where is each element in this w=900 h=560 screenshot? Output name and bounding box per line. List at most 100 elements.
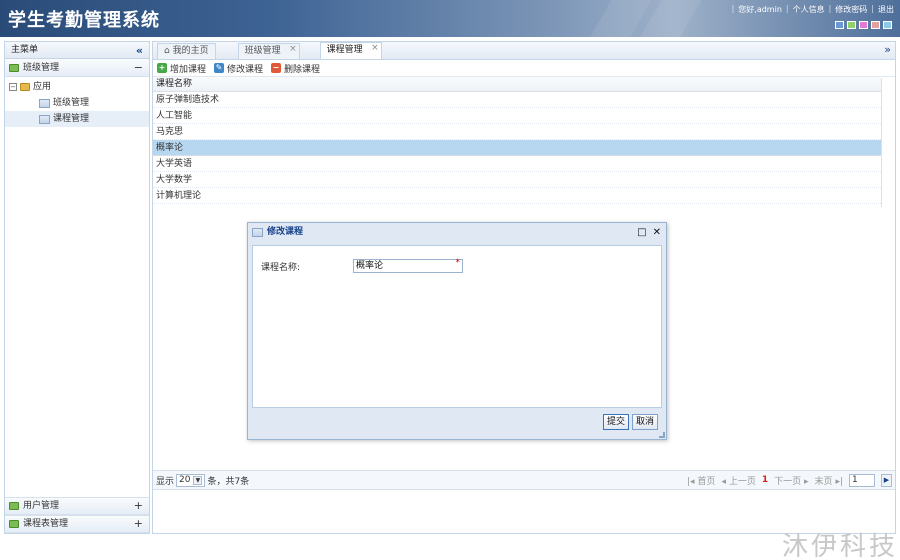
delete-course-button[interactable]: − 删除课程 (271, 62, 320, 75)
sidebar-group-schedule-management[interactable]: 课程表管理 + (5, 515, 149, 533)
greeting-text: 您好,admin (738, 5, 782, 14)
go-page-icon[interactable]: ▶ (881, 473, 892, 487)
table-row[interactable]: 人工智能 (153, 108, 881, 124)
course-name-label: 课程名称: (261, 262, 301, 273)
top-links: | 您好,admin | 个人信息 | 修改密码 | 退出 (731, 4, 894, 15)
cancel-button[interactable]: 取消 (631, 414, 658, 430)
table-icon (39, 114, 50, 124)
collapse-icon[interactable]: − (134, 59, 143, 77)
table-row[interactable]: 计算机理论 (153, 188, 881, 204)
sidebar-title-text: 主菜单 (11, 45, 39, 55)
theme-swatch[interactable] (859, 21, 868, 29)
table-row-selected[interactable]: 概率论 (153, 140, 881, 156)
dialog-footer: 提交 取消 (252, 409, 662, 435)
tab-bar: ⌂ 我的主页 班级管理 × 课程管理 × » (153, 42, 895, 60)
course-name-input[interactable]: 概率论 * (353, 258, 463, 273)
tab-home[interactable]: ⌂ 我的主页 (157, 43, 216, 59)
table-row[interactable]: 大学数学 (153, 172, 881, 188)
close-icon[interactable]: × (289, 42, 297, 57)
expand-icon[interactable]: + (134, 497, 143, 515)
pagination-bar: 显示 20 ▼ 条，共7条 |◂ 首页 ◂ 上一页 1 下一页 ▸ 末页 ▸| … (153, 470, 895, 490)
pager-link-label: 下一页 (774, 476, 802, 487)
theme-swatch[interactable] (883, 21, 892, 29)
theme-swatch[interactable] (835, 21, 844, 29)
page-size-select[interactable]: 20 ▼ (176, 473, 206, 487)
last-page-link[interactable]: 末页 ▸| (815, 474, 843, 487)
submit-button[interactable]: 提交 (602, 414, 629, 430)
prev-page-icon: ◂ (721, 476, 726, 487)
edit-course-button[interactable]: ✎ 修改课程 (214, 62, 263, 75)
button-label: 修改课程 (227, 64, 264, 75)
sidebar-item-course-management[interactable]: 课程管理 (5, 111, 149, 127)
close-icon[interactable]: × (371, 41, 379, 56)
course-name-field: 课程名称: 概率论 * (261, 258, 463, 273)
table-icon (252, 228, 263, 237)
delete-icon: − (271, 63, 282, 73)
expand-icon[interactable]: + (134, 515, 143, 533)
tab-label: 我的主页 (172, 46, 209, 56)
sidebar-item-label: 班级管理 (53, 98, 90, 108)
double-down-arrow-icon[interactable]: » (884, 43, 891, 56)
page-size-value: 20 (179, 474, 191, 485)
first-page-icon: |◂ (686, 476, 695, 487)
table-icon (39, 98, 50, 108)
course-table: 课程名称 原子弹制造技术 人工智能 马克思 概率论 大学英语 大学数学 计算机理… (153, 77, 881, 204)
tree-node-label: 应用 (33, 82, 52, 92)
table-row[interactable]: 原子弹制造技术 (153, 92, 881, 108)
dialog-titlebar[interactable]: 修改课程 □ ✕ (248, 223, 666, 242)
chevron-down-icon: ▼ (193, 475, 203, 485)
folder-icon (9, 63, 19, 72)
app-title: 学生考勤管理系统 (8, 10, 160, 31)
table-row[interactable]: 大学英语 (153, 156, 881, 172)
pager-summary: 条，共7条 (207, 476, 250, 487)
maximize-icon[interactable]: □ (637, 223, 646, 242)
toolbar: + 增加课程 ✎ 修改课程 − 删除课程 (153, 60, 895, 77)
folder-open-icon (20, 83, 30, 91)
sidebar-title: 主菜单 « (5, 42, 149, 59)
sidebar-group-user-management[interactable]: 用户管理 + (5, 497, 149, 515)
sidebar-group-label: 用户管理 (23, 501, 60, 511)
dialog-title: 修改课程 (267, 227, 304, 237)
next-page-icon: ▸ (804, 476, 809, 487)
tab-label: 课程管理 (326, 45, 363, 55)
theme-switcher (835, 21, 892, 29)
next-page-link[interactable]: 下一页 ▸ (774, 474, 808, 487)
tab-label: 班级管理 (244, 46, 281, 56)
profile-link[interactable]: 个人信息 (793, 4, 825, 15)
add-course-button[interactable]: + 增加课程 (157, 62, 206, 75)
column-header-course-name[interactable]: 课程名称 (153, 77, 881, 92)
theme-swatch[interactable] (847, 21, 856, 29)
nav-tree: − 应用 班级管理 课程管理 (5, 77, 149, 127)
edit-course-dialog: 修改课程 □ ✕ 课程名称: 概率论 * 提交 取消 (247, 222, 667, 440)
tab-class-management[interactable]: 班级管理 × (237, 42, 300, 59)
sidebar-group-label: 班级管理 (23, 62, 60, 73)
edit-icon: ✎ (214, 63, 225, 73)
sidebar-bottom-groups: 用户管理 + 课程表管理 + (5, 497, 149, 533)
pager-link-label: 上一页 (728, 476, 756, 487)
tree-node-app[interactable]: − 应用 (5, 79, 149, 95)
close-icon[interactable]: ✕ (653, 223, 661, 242)
tab-course-management[interactable]: 课程管理 × (319, 41, 382, 59)
first-page-link[interactable]: |◂ 首页 (687, 474, 715, 487)
logout-link[interactable]: 退出 (878, 4, 894, 15)
sidebar-item-class-management[interactable]: 班级管理 (5, 95, 149, 111)
resize-handle-icon[interactable] (659, 432, 665, 438)
dialog-body: 课程名称: 概率论 * (252, 245, 662, 408)
sidebar: 主菜单 « 班级管理 − − 应用 班级管理 课程管理 用户管理 + 课程表管理 (4, 41, 150, 534)
button-label: 删除课程 (284, 64, 321, 75)
tree-collapse-icon[interactable]: − (9, 83, 17, 91)
change-password-link[interactable]: 修改密码 (835, 4, 867, 15)
table-row[interactable]: 马克思 (153, 124, 881, 140)
last-page-icon: ▸| (835, 476, 843, 487)
required-mark: * (455, 258, 461, 268)
theme-swatch[interactable] (871, 21, 880, 29)
current-page-number: 1 (761, 475, 769, 485)
folder-icon (9, 502, 19, 510)
sidebar-group-class-management[interactable]: 班级管理 − (5, 59, 149, 77)
course-name-value: 概率论 (356, 261, 384, 271)
prev-page-link[interactable]: ◂ 上一页 (721, 474, 755, 487)
button-label: 增加课程 (170, 64, 207, 75)
app-header: 学生考勤管理系统 | 您好,admin | 个人信息 | 修改密码 | 退出 (0, 0, 900, 37)
double-left-arrow-icon[interactable]: « (136, 42, 143, 59)
page-number-input[interactable]: 1 (849, 473, 875, 487)
